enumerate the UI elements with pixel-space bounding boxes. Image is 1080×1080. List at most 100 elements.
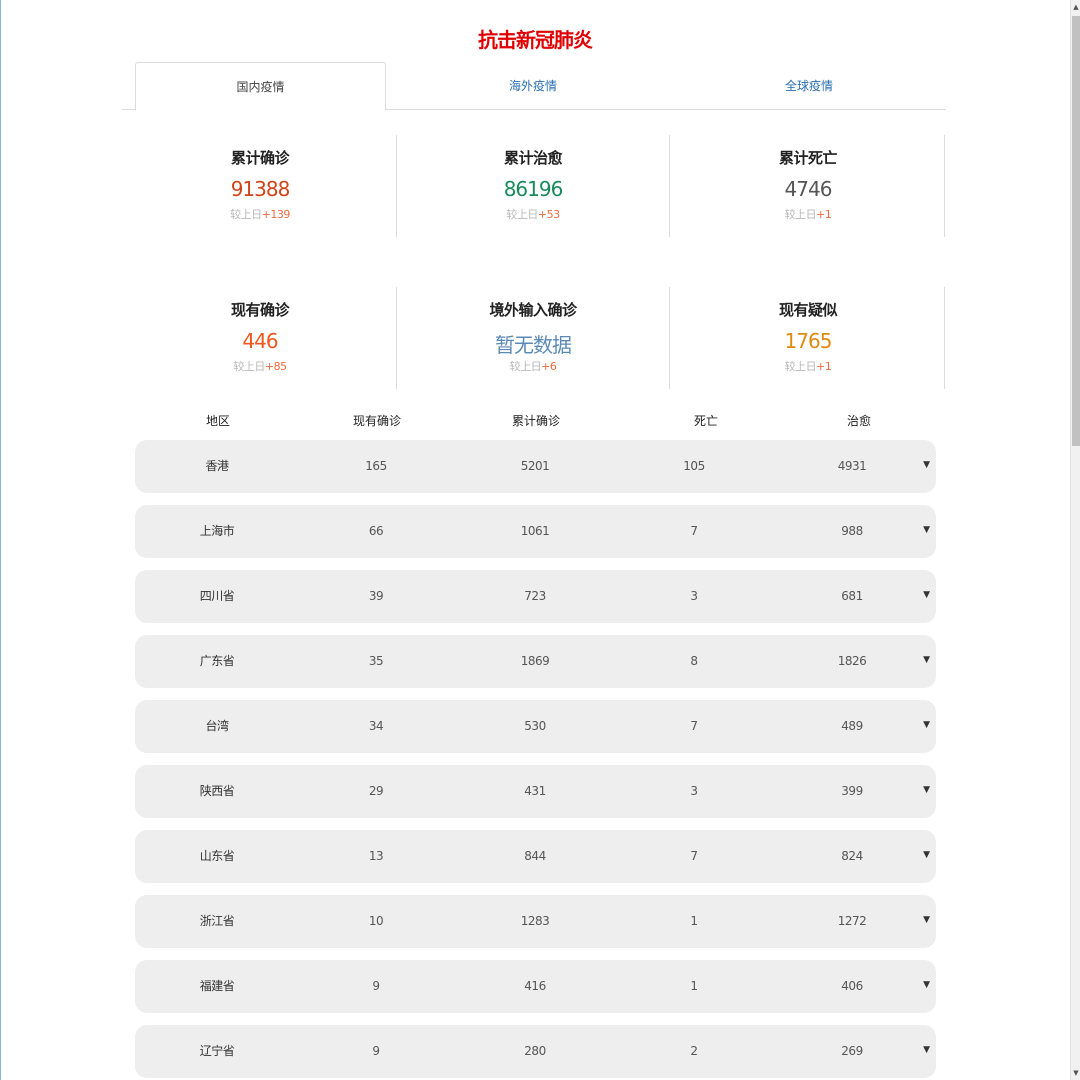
expand-caret-icon[interactable]: ▼ bbox=[923, 785, 930, 795]
scrollbar-thumb[interactable] bbox=[1072, 16, 1080, 446]
stat-diff: 较上日+1 bbox=[672, 358, 944, 374]
cell-cured: 4931 bbox=[837, 459, 867, 473]
cell-deaths: 3 bbox=[690, 589, 698, 603]
cell-current-confirmed: 165 bbox=[365, 459, 387, 473]
column-header-total-confirmed: 累计确诊 bbox=[511, 414, 560, 428]
cell-current-confirmed: 66 bbox=[368, 524, 384, 538]
cell-current-confirmed: 13 bbox=[368, 849, 384, 863]
cell-region: 四川省 bbox=[199, 589, 235, 603]
column-header-deaths: 死亡 bbox=[693, 414, 718, 428]
table-row[interactable]: 香港 165 5201 105 4931 ▼ bbox=[135, 440, 936, 493]
cell-deaths: 7 bbox=[690, 719, 698, 733]
stat-value: 91388 bbox=[230, 177, 291, 201]
table-row[interactable]: 浙江省 10 1283 1 1272 ▼ bbox=[135, 895, 936, 948]
cell-total-confirmed: 530 bbox=[524, 719, 546, 733]
vertical-scrollbar[interactable]: ▲ ▼ bbox=[1070, 0, 1080, 1080]
cell-total-confirmed: 1869 bbox=[520, 654, 550, 668]
cell-total-confirmed: 416 bbox=[524, 979, 546, 993]
cell-region: 陕西省 bbox=[199, 784, 235, 798]
stat-card-suspected: 现有疑似 1765 较上日+1 bbox=[672, 287, 945, 389]
stat-diff-prefix: 较上日 bbox=[233, 360, 265, 373]
stat-diff-prefix: 较上日 bbox=[506, 208, 538, 221]
page-title: 抗击新冠肺炎 bbox=[478, 28, 593, 52]
cell-region: 辽宁省 bbox=[199, 1044, 235, 1058]
cell-cured: 489 bbox=[841, 719, 863, 733]
cell-deaths: 7 bbox=[690, 524, 698, 538]
stat-diff-prefix: 较上日 bbox=[784, 208, 817, 221]
cell-cured: 681 bbox=[841, 589, 863, 603]
stat-diff: 较上日+139 bbox=[124, 206, 396, 222]
stat-diff-value: +1 bbox=[816, 360, 832, 373]
stat-diff-prefix: 较上日 bbox=[509, 360, 542, 373]
stat-label: 境外输入确诊 bbox=[489, 301, 577, 319]
expand-caret-icon[interactable]: ▼ bbox=[923, 655, 930, 665]
expand-caret-icon[interactable]: ▼ bbox=[923, 460, 930, 470]
stat-diff-value: +6 bbox=[541, 360, 557, 373]
cell-deaths: 8 bbox=[690, 654, 698, 668]
table-row[interactable]: 台湾 34 530 7 489 ▼ bbox=[135, 700, 936, 753]
tab-bar: 国内疫情 海外疫情 全球疫情 bbox=[122, 62, 946, 111]
expand-caret-icon[interactable]: ▼ bbox=[923, 980, 930, 990]
tab-domestic[interactable]: 国内疫情 bbox=[135, 62, 386, 111]
stats-row-current: 现有确诊 446 较上日+85 境外输入确诊 暂无数据 较上日+6 现有疑似 1… bbox=[124, 287, 948, 389]
table-row[interactable]: 上海市 66 1061 7 988 ▼ bbox=[135, 505, 936, 558]
cell-deaths: 1 bbox=[690, 979, 698, 993]
cell-region: 山东省 bbox=[199, 849, 235, 863]
cell-total-confirmed: 431 bbox=[524, 784, 546, 798]
table-row[interactable]: 山东省 13 844 7 824 ▼ bbox=[135, 830, 936, 883]
stat-value: 暂无数据 bbox=[495, 333, 572, 357]
cell-total-confirmed: 844 bbox=[524, 849, 546, 863]
table-row[interactable]: 辽宁省 9 280 2 269 ▼ bbox=[135, 1025, 936, 1078]
table-row[interactable]: 四川省 39 723 3 681 ▼ bbox=[135, 570, 936, 623]
tab-overseas[interactable]: 海外疫情 bbox=[422, 62, 644, 110]
stat-value: 446 bbox=[242, 329, 278, 353]
stat-diff-prefix: 较上日 bbox=[230, 208, 262, 221]
stat-label: 累计确诊 bbox=[230, 149, 290, 167]
stat-card-total-deaths: 累计死亡 4746 较上日+1 bbox=[672, 135, 945, 237]
cell-cured: 1826 bbox=[837, 654, 867, 668]
table-row[interactable]: 陕西省 29 431 3 399 ▼ bbox=[135, 765, 936, 818]
cell-cured: 1272 bbox=[837, 914, 867, 928]
cell-deaths: 105 bbox=[683, 459, 705, 473]
table-row[interactable]: 广东省 35 1869 8 1826 ▼ bbox=[135, 635, 936, 688]
expand-caret-icon[interactable]: ▼ bbox=[923, 1045, 930, 1055]
tab-global[interactable]: 全球疫情 bbox=[698, 62, 920, 110]
stat-diff-value: +1 bbox=[816, 208, 832, 221]
stat-label: 累计治愈 bbox=[503, 149, 563, 167]
expand-caret-icon[interactable]: ▼ bbox=[923, 590, 930, 600]
cell-current-confirmed: 39 bbox=[368, 589, 384, 603]
table-row[interactable]: 福建省 9 416 1 406 ▼ bbox=[135, 960, 936, 1013]
cell-total-confirmed: 723 bbox=[524, 589, 546, 603]
cell-cured: 399 bbox=[841, 784, 863, 798]
cell-current-confirmed: 29 bbox=[368, 784, 384, 798]
stat-diff-prefix: 较上日 bbox=[784, 360, 817, 373]
cell-cured: 406 bbox=[841, 979, 863, 993]
expand-caret-icon[interactable]: ▼ bbox=[923, 915, 930, 925]
scroll-down-arrow-icon[interactable]: ▼ bbox=[1071, 1066, 1080, 1080]
stat-label: 现有疑似 bbox=[778, 301, 838, 319]
cell-deaths: 1 bbox=[690, 914, 698, 928]
cell-deaths: 7 bbox=[690, 849, 698, 863]
left-border bbox=[0, 0, 1, 1080]
cell-total-confirmed: 1061 bbox=[520, 524, 550, 538]
stat-card-current-confirmed: 现有确诊 446 较上日+85 bbox=[124, 287, 397, 389]
page: 抗击新冠肺炎 国内疫情 海外疫情 全球疫情 累计确诊 91388 较上日+139… bbox=[0, 0, 1080, 1080]
cell-current-confirmed: 34 bbox=[368, 719, 384, 733]
expand-caret-icon[interactable]: ▼ bbox=[923, 720, 930, 730]
column-header-region: 地区 bbox=[205, 414, 230, 428]
cell-region: 香港 bbox=[205, 459, 229, 473]
stat-diff-value: +139 bbox=[261, 208, 291, 221]
cell-total-confirmed: 280 bbox=[524, 1044, 546, 1058]
cell-current-confirmed: 9 bbox=[372, 1044, 380, 1058]
scroll-up-arrow-icon[interactable]: ▲ bbox=[1071, 0, 1080, 14]
cell-cured: 988 bbox=[841, 524, 863, 538]
cell-region: 广东省 bbox=[199, 654, 235, 668]
expand-caret-icon[interactable]: ▼ bbox=[923, 850, 930, 860]
stat-diff-value: +53 bbox=[537, 208, 560, 221]
stat-label: 累计死亡 bbox=[778, 149, 838, 167]
stat-label: 现有确诊 bbox=[230, 301, 290, 319]
stat-diff: 较上日+53 bbox=[397, 206, 669, 222]
cell-current-confirmed: 35 bbox=[368, 654, 384, 668]
expand-caret-icon[interactable]: ▼ bbox=[923, 525, 930, 535]
cell-total-confirmed: 1283 bbox=[520, 914, 550, 928]
